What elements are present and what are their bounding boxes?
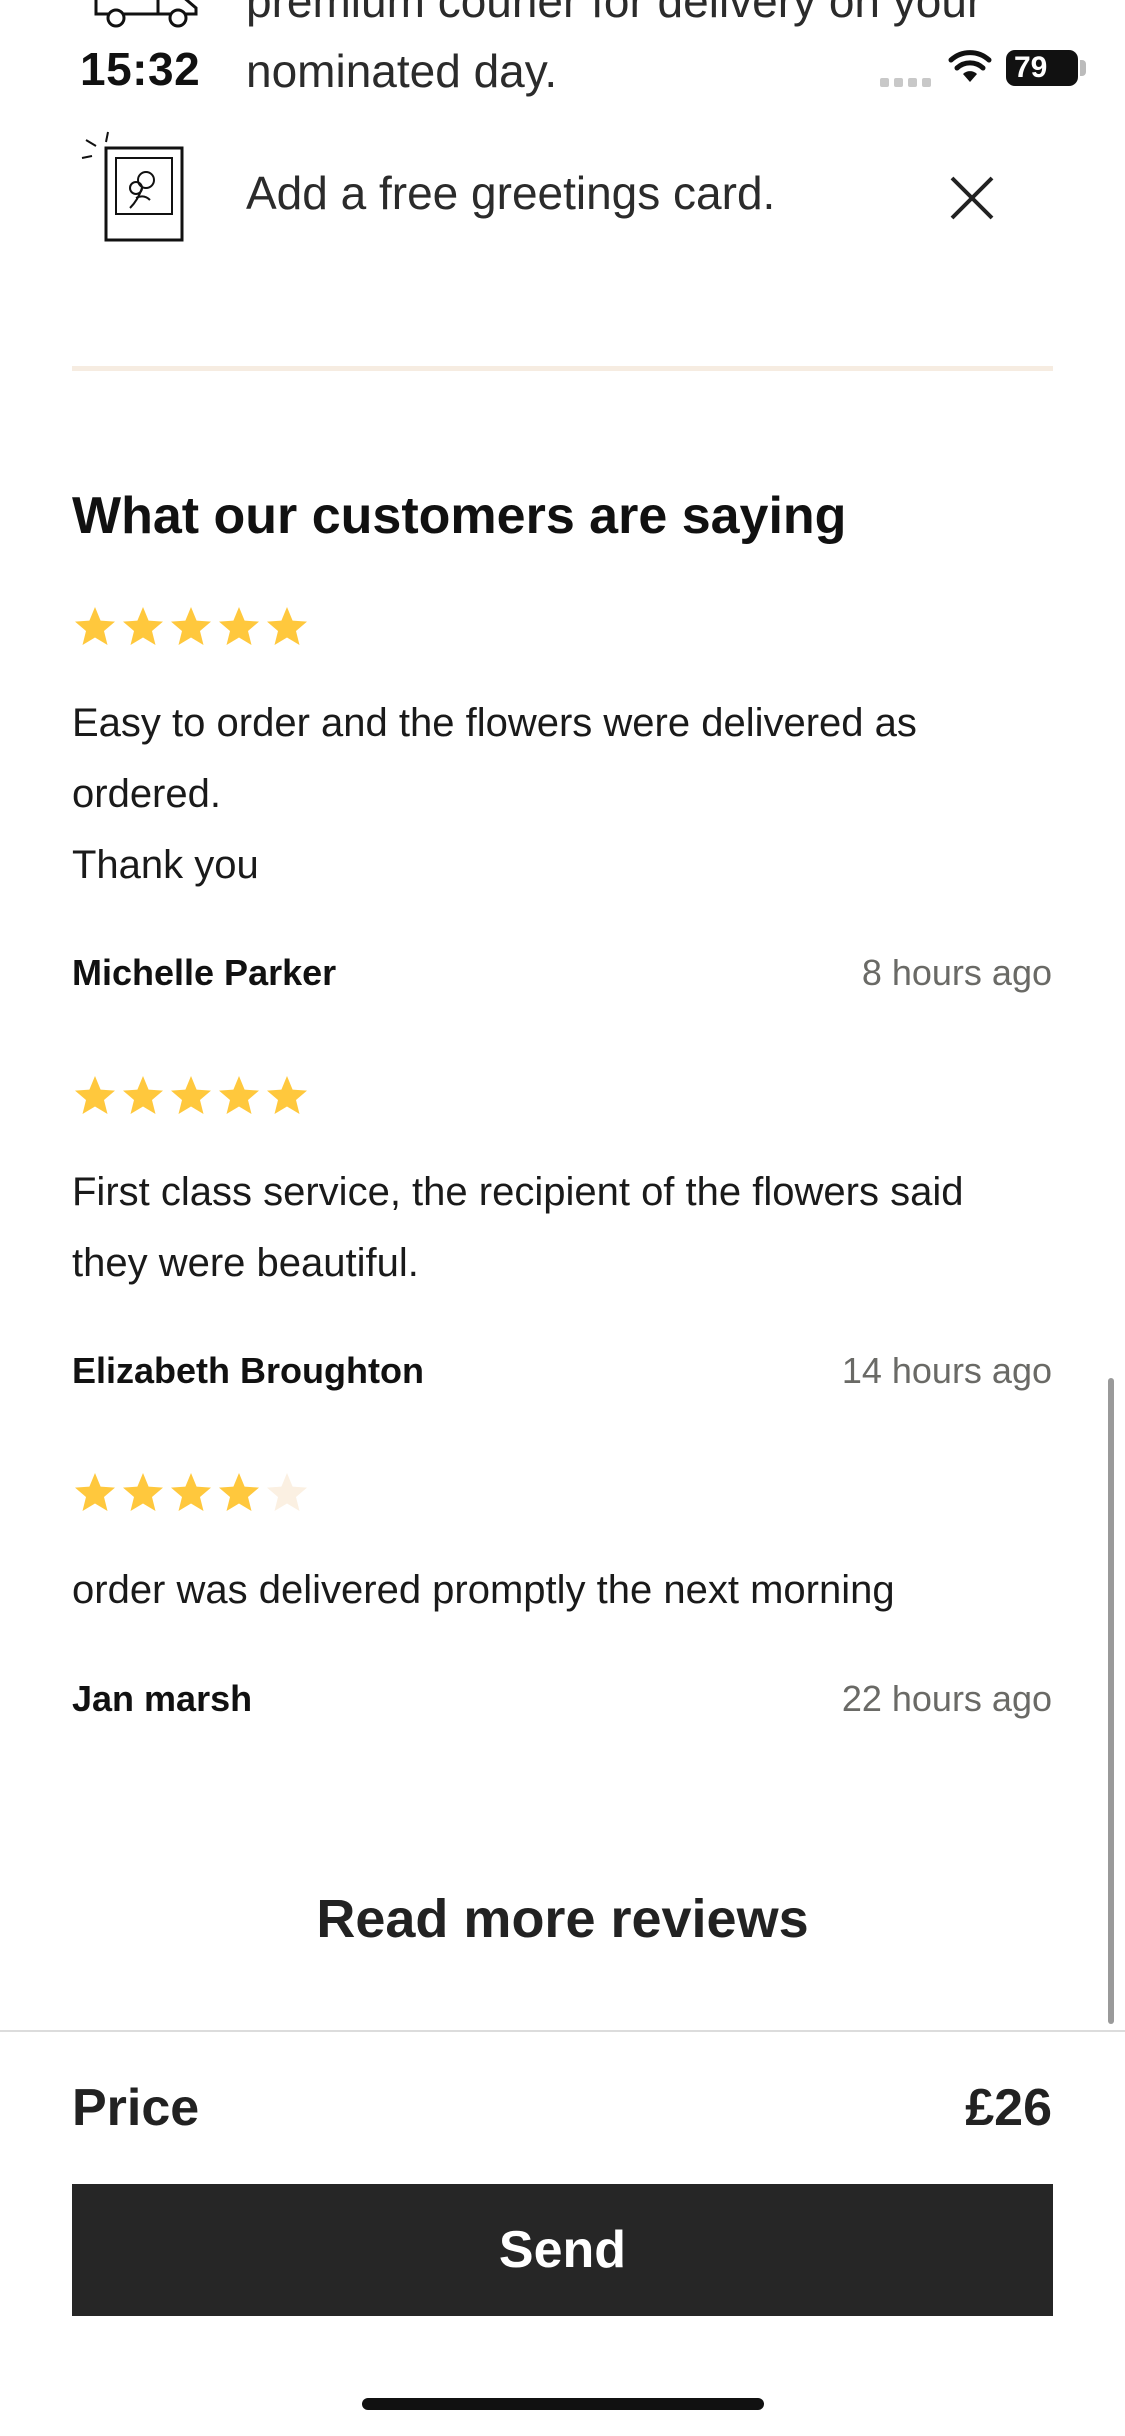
review-rating (72, 1073, 310, 1119)
close-icon[interactable] (946, 172, 998, 224)
star-filled-icon (123, 1473, 163, 1511)
star-filled-icon (219, 1473, 259, 1511)
star-filled-icon (267, 607, 307, 645)
review-author: Jan marsh (72, 1678, 253, 1719)
send-button[interactable]: Send (72, 2184, 1053, 2316)
delivery-option-text: premium courier for delivery on your nom… (246, 0, 983, 97)
battery-cap (1080, 60, 1086, 76)
star-filled-icon (267, 1076, 307, 1114)
section-divider (72, 366, 1053, 371)
greetings-card-icon (81, 131, 184, 242)
status-time: 15:32 (80, 43, 201, 95)
review-time: 14 hours ago (841, 1350, 1052, 1391)
star-filled-icon (123, 1076, 163, 1114)
review-time: 8 hours ago (861, 952, 1052, 993)
star-filled-icon (219, 607, 259, 645)
price-value: £26 (965, 2079, 1052, 2137)
star-empty-icon (267, 1473, 307, 1511)
review-text: First class service, the recipient of th… (72, 1170, 964, 1285)
scrollbar[interactable] (1108, 1378, 1114, 2024)
review-author: Michelle Parker (72, 952, 337, 993)
home-indicator (362, 2398, 764, 2410)
reviews-title: What our customers are saying (72, 487, 847, 545)
delivery-truck-icon (94, 0, 198, 28)
review-rating (72, 604, 310, 650)
star-filled-icon (219, 1076, 259, 1114)
star-filled-icon (75, 607, 115, 645)
star-filled-icon (123, 607, 163, 645)
review-text: order was delivered promptly the next mo… (72, 1568, 895, 1612)
star-filled-icon (171, 607, 211, 645)
star-filled-icon (171, 1076, 211, 1114)
footer-divider (0, 2030, 1125, 2032)
review-rating (72, 1470, 310, 1516)
star-filled-icon (75, 1076, 115, 1114)
review-author: Elizabeth Broughton (72, 1350, 424, 1391)
greetings-card-label: Add a free greetings card. (246, 167, 776, 219)
star-filled-icon (75, 1473, 115, 1511)
star-filled-icon (171, 1473, 211, 1511)
review-time: 22 hours ago (841, 1678, 1052, 1719)
price-label: Price (72, 2079, 200, 2137)
review-text: Easy to order and the flowers were deliv… (72, 701, 917, 887)
read-more-reviews-button[interactable]: Read more reviews (0, 1888, 1125, 1950)
